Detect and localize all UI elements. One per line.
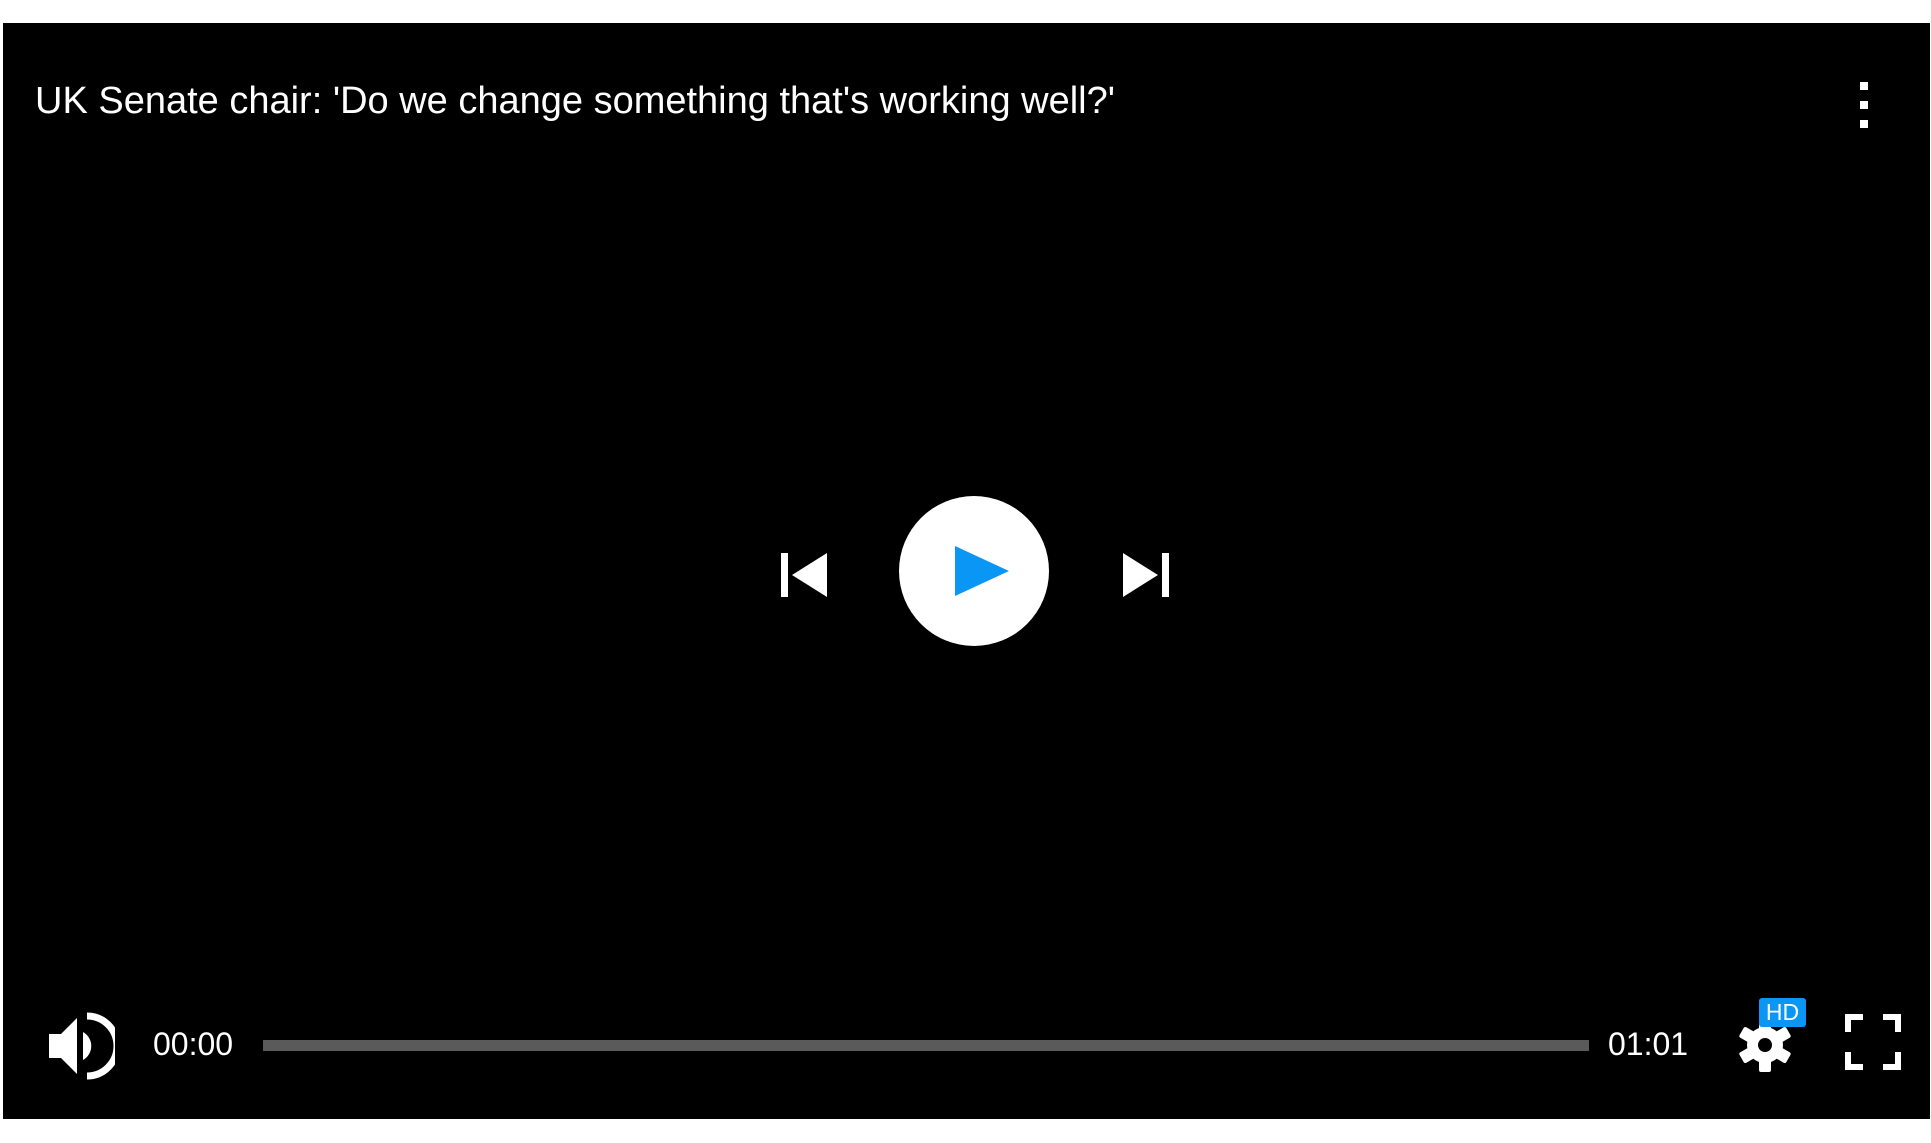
skip-next-icon — [1123, 553, 1169, 597]
video-title: UK Senate chair: 'Do we change something… — [35, 80, 1115, 122]
center-controls — [3, 23, 1930, 1119]
current-time: 00:00 — [153, 1026, 234, 1062]
volume-button[interactable] — [43, 1010, 121, 1082]
next-button[interactable] — [1119, 548, 1173, 602]
control-bar: 00:00 01:01 HD — [3, 998, 1930, 1119]
previous-button[interactable] — [777, 548, 831, 602]
hd-badge: HD — [1759, 998, 1806, 1027]
fullscreen-button[interactable] — [1845, 1014, 1901, 1070]
volume-icon — [49, 1012, 121, 1080]
skip-previous-icon — [781, 553, 827, 597]
fullscreen-icon — [1845, 1014, 1901, 1070]
play-icon — [955, 546, 1009, 596]
play-button[interactable] — [899, 496, 1049, 646]
video-player[interactable]: UK Senate chair: 'Do we change something… — [3, 23, 1930, 1119]
duration: 01:01 — [1608, 1026, 1689, 1062]
progress-bar[interactable] — [263, 1040, 1589, 1051]
more-vertical-icon — [1860, 82, 1868, 128]
more-options-button[interactable] — [1849, 77, 1879, 133]
